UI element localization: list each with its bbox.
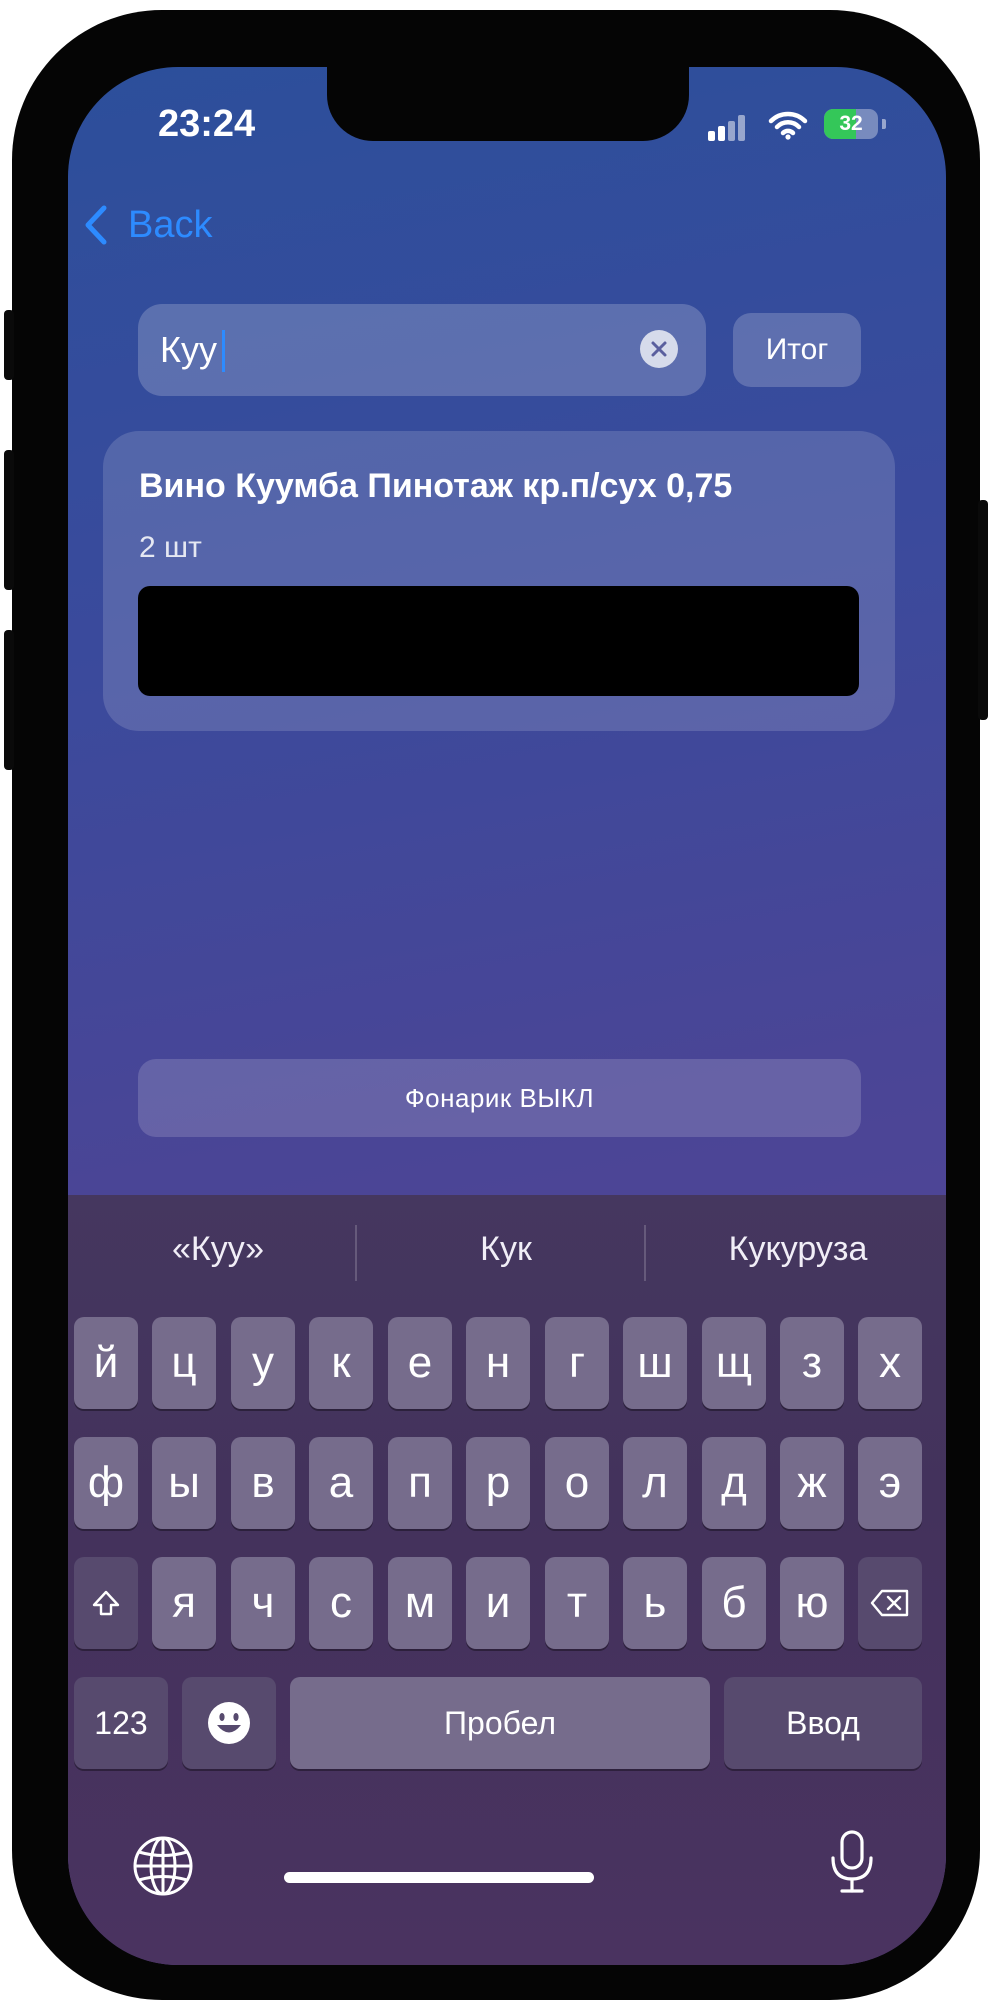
battery-cap: [882, 119, 886, 129]
text-caret: [222, 330, 225, 372]
key[interactable]: э: [858, 1437, 922, 1529]
phone-frame: 23:24 32 Back Куу Итог Вино Куумба Пинот…: [4, 10, 988, 2000]
close-icon: [651, 341, 667, 357]
globe-icon[interactable]: [132, 1835, 194, 1897]
key[interactable]: р: [466, 1437, 530, 1529]
search-input[interactable]: [160, 304, 600, 396]
screen: 23:24 32 Back Куу Итог Вино Куумба Пинот…: [68, 67, 946, 1965]
volume-up-button: [4, 450, 14, 590]
suggestion-2[interactable]: Кук: [368, 1195, 644, 1303]
shift-icon: [92, 1590, 120, 1616]
chevron-left-icon: [85, 205, 107, 245]
flashlight-toggle-button[interactable]: Фонарик ВЫКЛ: [138, 1059, 861, 1137]
key[interactable]: е: [388, 1317, 452, 1409]
key[interactable]: а: [309, 1437, 373, 1529]
power-button: [978, 500, 988, 720]
product-card[interactable]: Вино Куумба Пинотаж кр.п/сух 0,75 2 шт: [103, 431, 895, 731]
key[interactable]: щ: [702, 1317, 766, 1409]
key[interactable]: л: [623, 1437, 687, 1529]
key[interactable]: с: [309, 1557, 373, 1649]
key[interactable]: ш: [623, 1317, 687, 1409]
battery-level: 32: [839, 112, 863, 135]
shift-key[interactable]: [74, 1557, 138, 1649]
clear-search-button[interactable]: [640, 330, 678, 368]
suggestion-divider: [644, 1225, 646, 1281]
key[interactable]: б: [702, 1557, 766, 1649]
volume-down-button: [4, 630, 14, 770]
key[interactable]: у: [231, 1317, 295, 1409]
back-button[interactable]: Back: [84, 195, 212, 255]
home-indicator[interactable]: [284, 1872, 594, 1883]
delete-key[interactable]: [858, 1557, 922, 1649]
mute-switch: [4, 310, 14, 380]
key[interactable]: ь: [623, 1557, 687, 1649]
wifi-icon: [768, 111, 808, 140]
key[interactable]: ю: [780, 1557, 844, 1649]
key[interactable]: ч: [231, 1557, 295, 1649]
redacted-block: [138, 586, 859, 696]
backspace-icon: [870, 1589, 909, 1617]
battery-icon: 32: [824, 109, 878, 139]
key[interactable]: в: [231, 1437, 295, 1529]
emoji-icon: [208, 1702, 250, 1744]
return-key[interactable]: Ввод: [724, 1677, 922, 1769]
key[interactable]: ы: [152, 1437, 216, 1529]
microphone-icon[interactable]: [828, 1829, 876, 1895]
key[interactable]: ф: [74, 1437, 138, 1529]
key[interactable]: и: [466, 1557, 530, 1649]
status-time: 23:24: [158, 103, 256, 145]
product-title: Вино Куумба Пинотаж кр.п/сух 0,75: [139, 467, 733, 505]
suggestion-3[interactable]: Кукуруза: [658, 1195, 938, 1303]
key[interactable]: п: [388, 1437, 452, 1529]
key[interactable]: й: [74, 1317, 138, 1409]
cellular-signal-icon: [708, 115, 748, 141]
back-label: Back: [128, 203, 213, 246]
total-button[interactable]: Итог: [733, 313, 861, 387]
key[interactable]: д: [702, 1437, 766, 1529]
key[interactable]: м: [388, 1557, 452, 1649]
emoji-key[interactable]: [182, 1677, 276, 1769]
key[interactable]: ц: [152, 1317, 216, 1409]
key[interactable]: г: [545, 1317, 609, 1409]
search-field[interactable]: [138, 304, 706, 396]
key[interactable]: о: [545, 1437, 609, 1529]
product-quantity: 2 шт: [139, 531, 202, 564]
key[interactable]: н: [466, 1317, 530, 1409]
suggestion-1[interactable]: «Куу»: [88, 1195, 348, 1303]
numbers-key[interactable]: 123: [74, 1677, 168, 1769]
key[interactable]: х: [858, 1317, 922, 1409]
keyboard: «Куу» Кук Кукуруза й ц у к е н г ш щ з х…: [68, 1195, 946, 1965]
key[interactable]: к: [309, 1317, 373, 1409]
key[interactable]: з: [780, 1317, 844, 1409]
space-key[interactable]: Пробел: [290, 1677, 710, 1769]
key[interactable]: т: [545, 1557, 609, 1649]
key[interactable]: ж: [780, 1437, 844, 1529]
suggestion-divider: [355, 1225, 357, 1281]
key[interactable]: я: [152, 1557, 216, 1649]
notch: [327, 67, 689, 141]
